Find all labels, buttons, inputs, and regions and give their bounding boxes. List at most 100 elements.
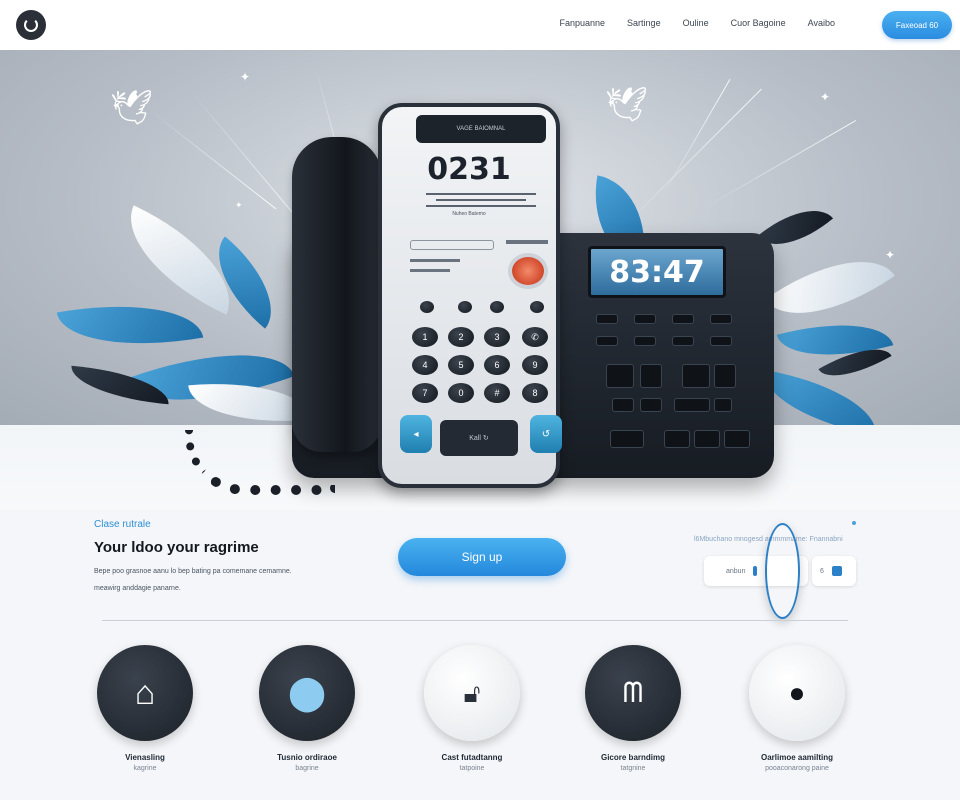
document-icon (753, 566, 757, 576)
feature-card[interactable]: ᗰ Gicore barndimg tatgnine (558, 645, 708, 772)
feature-circle: ᗰ (585, 645, 681, 741)
keypad-key[interactable] (530, 301, 544, 313)
feature-circle: 🔓︎ (424, 645, 520, 741)
feature-circle: ● (749, 645, 845, 741)
light-ray (149, 110, 277, 210)
info-line (410, 269, 450, 272)
feature-circle: ⌂ (97, 645, 193, 741)
logo[interactable] (16, 10, 46, 40)
function-key[interactable] (634, 314, 656, 324)
keypad-key[interactable] (458, 301, 472, 313)
feature-card[interactable]: 🔓︎ Cast futadtanng tatpoine (397, 645, 547, 772)
keypad-key[interactable] (490, 301, 504, 313)
section-eyebrow: Clase rutrale (94, 519, 151, 530)
speaker-label: VAGE BAIOMNAL (416, 115, 546, 143)
keypad-key[interactable]: 3 (484, 327, 510, 347)
feature-card[interactable]: ⬤ Tusnio ordiraoe bagrine (232, 645, 382, 772)
function-key[interactable] (724, 430, 750, 448)
top-navigation-bar: Fanpuanne Sartinge Ouline Cuor Bagoine A… (0, 0, 960, 50)
function-key[interactable] (710, 314, 732, 324)
app-badge-right[interactable]: 6 (812, 556, 856, 586)
red-call-button[interactable] (508, 253, 548, 289)
function-key[interactable] (672, 336, 694, 346)
feature-card[interactable]: ● Oarlimoe aamilting pooaconarong paine (722, 645, 872, 772)
badge-label: 6 (820, 567, 824, 575)
nav-item-1[interactable]: Fanpuanne (560, 18, 606, 28)
function-key[interactable] (606, 364, 634, 388)
sign-up-button[interactable]: Sign up (398, 538, 566, 576)
function-key[interactable] (714, 364, 736, 388)
function-key[interactable] (682, 364, 710, 388)
leaf (757, 369, 883, 425)
feature-subtitle: pooaconarong paine (765, 765, 829, 772)
leaf (56, 288, 204, 362)
lock-icon: 🔓︎ (463, 678, 481, 708)
function-key[interactable] (596, 314, 618, 324)
feature-card[interactable]: ⌂ Vienasling kagrine (70, 645, 220, 772)
function-key[interactable] (612, 398, 634, 412)
function-key[interactable] (674, 398, 710, 412)
circle-icon (764, 523, 800, 619)
function-key[interactable] (710, 336, 732, 346)
function-key[interactable] (714, 398, 732, 412)
keypad-key[interactable]: 9 (522, 355, 548, 375)
bird-icon: 🕊 (605, 86, 649, 124)
function-key[interactable] (672, 314, 694, 324)
nav-item-2[interactable]: Sartinge (627, 18, 661, 28)
keypad-key[interactable] (420, 301, 434, 313)
keypad-key[interactable]: 8 (522, 383, 548, 403)
feature-title: Gicore barndimg (600, 753, 665, 762)
app-badge-left[interactable]: anbun (704, 523, 808, 619)
feature-title: Tusnio ordiraoe (277, 753, 337, 762)
keypad-key[interactable]: 2 (448, 327, 474, 347)
header-cta-button[interactable]: Faxeoad 60 (882, 11, 952, 39)
dial-field (410, 240, 494, 250)
redial-button[interactable]: ↺ (530, 415, 562, 453)
phone-keypad-panel: VAGE BAIOMNAL 0231 Nuheo Batemo 1 2 3 ✆ … (378, 103, 562, 488)
function-key[interactable] (640, 364, 662, 388)
nav-item-5[interactable]: Avaibo (808, 18, 835, 28)
center-function-button[interactable]: Kall ↻ (440, 420, 518, 456)
speaker-button[interactable]: ◂ (400, 415, 432, 453)
sparkle-icon: ✦ (240, 70, 251, 84)
feature-circle: ⬤ (259, 645, 355, 741)
feature-subtitle: kagrine (133, 765, 157, 772)
keypad-key[interactable]: 1 (412, 327, 438, 347)
feature-title: Oarlimoe aamilting (760, 753, 834, 762)
bird-icon: 🕊 (110, 89, 154, 127)
feature-title: Cast futadtanng (441, 753, 503, 762)
dial-field-label (506, 240, 548, 244)
function-key[interactable] (664, 430, 690, 448)
section-description: Bepe poo grasnoe aanu lo bep bating pa c… (94, 568, 292, 592)
logo-icon (24, 18, 38, 32)
keypad-key[interactable]: 7 (412, 383, 438, 403)
keypad-key[interactable]: 0 (448, 383, 474, 403)
keypad-key[interactable]: 6 (484, 355, 510, 375)
feature-subtitle: tatpoine (459, 765, 485, 772)
accent-dot (852, 521, 856, 525)
function-key[interactable] (640, 398, 662, 412)
info-line (410, 259, 460, 262)
function-key[interactable] (596, 336, 618, 346)
light-ray (699, 120, 857, 211)
screen-sub-label: Nuheo Batemo (452, 211, 486, 217)
section-headline: Your ldoo your ragrime (94, 539, 259, 556)
flag-icon (831, 566, 842, 576)
house-tie-icon: ⌂ (134, 674, 156, 712)
keypad-key[interactable]: 5 (448, 355, 474, 375)
nav-item-4[interactable]: Cuor Bagoine (731, 18, 786, 28)
function-key[interactable] (634, 336, 656, 346)
function-key[interactable] (610, 430, 644, 448)
function-key[interactable] (694, 430, 720, 448)
sparkle-icon: ✦ (885, 248, 896, 262)
users-icon: ᗰ (622, 677, 644, 708)
nav-item-3[interactable]: Ouline (683, 18, 709, 28)
keypad-key[interactable]: 4 (412, 355, 438, 375)
light-ray (659, 79, 731, 201)
feature-subtitle: tatgnine (620, 765, 646, 772)
keypad-key[interactable]: # (484, 383, 510, 403)
section-divider (102, 620, 848, 621)
display-line (426, 193, 536, 195)
sparkle-icon: ✦ (820, 90, 831, 104)
keypad-key[interactable]: ✆ (522, 327, 548, 347)
